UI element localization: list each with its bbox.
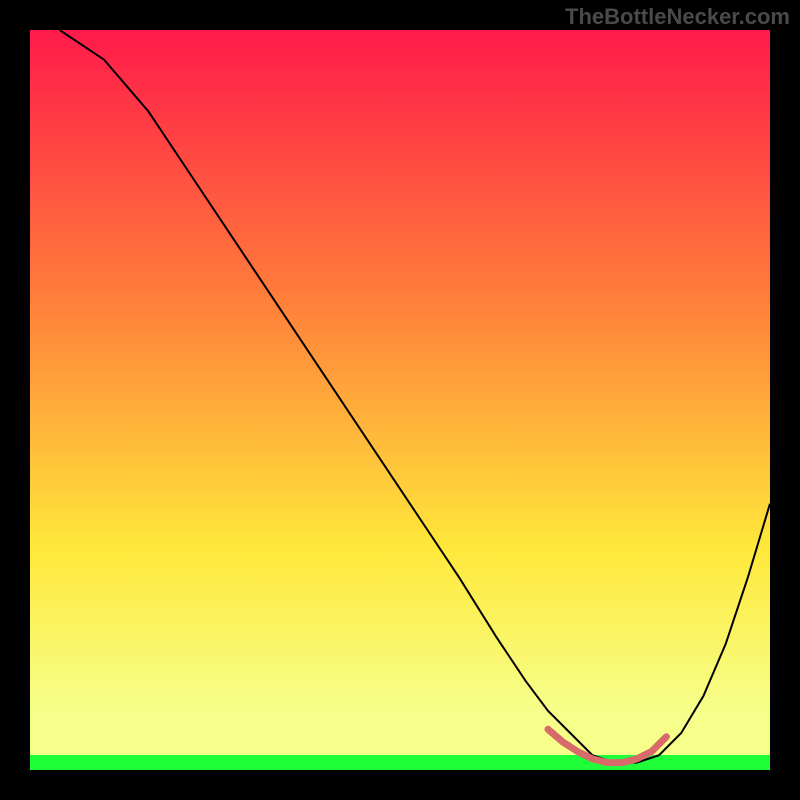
watermark-text: TheBottleNecker.com bbox=[565, 4, 790, 30]
green-band bbox=[30, 755, 770, 770]
chart-container: TheBottleNecker.com bbox=[0, 0, 800, 800]
plot-area bbox=[30, 30, 770, 770]
gradient-background bbox=[30, 30, 770, 770]
chart-svg bbox=[30, 30, 770, 770]
